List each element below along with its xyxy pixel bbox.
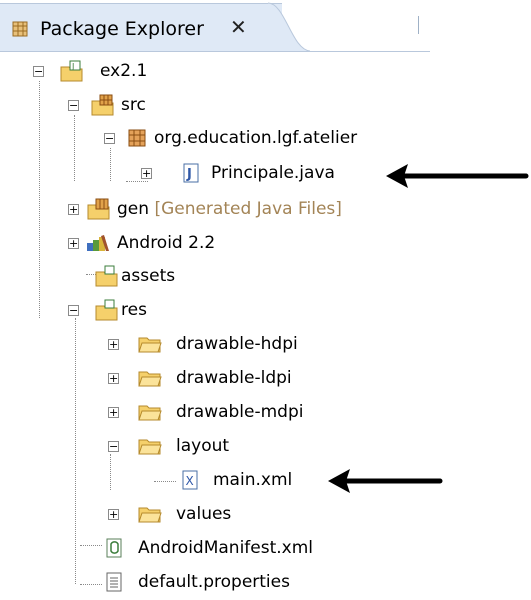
android-project-icon: J [60, 60, 83, 82]
source-folder-icon [87, 198, 110, 220]
collapse-toggle[interactable]: − [104, 133, 115, 144]
folder-icon [95, 265, 118, 287]
view-tab-bar: Package Explorer ✕ [0, 0, 531, 52]
tree-guide [39, 81, 40, 318]
expand-toggle[interactable]: + [141, 168, 152, 179]
tab-curve [267, 2, 310, 52]
folder-icon [138, 439, 162, 455]
svg-text:J: J [71, 62, 74, 71]
package-tree: − J ex2.1 − src − org.education.lgf.atel [33, 60, 358, 592]
folder-icon [138, 337, 162, 353]
expand-toggle[interactable]: + [108, 373, 119, 384]
folder-icon [138, 371, 162, 387]
library-icon [87, 235, 109, 251]
collapse-toggle[interactable]: − [108, 441, 119, 452]
gen-label: gen [117, 199, 150, 219]
collapse-toggle[interactable]: − [68, 305, 79, 316]
tree-guide [126, 181, 148, 182]
package-icon [128, 129, 146, 147]
svg-text:X: X [186, 474, 194, 488]
tree-guide [80, 545, 102, 546]
tree-guide [75, 318, 76, 584]
expand-toggle[interactable]: + [68, 238, 79, 249]
svg-text:J: J [186, 167, 192, 182]
expand-toggle[interactable]: + [108, 339, 119, 350]
tree-guide [74, 115, 75, 181]
expand-toggle[interactable]: + [108, 407, 119, 418]
java-file-icon: J [183, 163, 199, 183]
folder-icon [95, 299, 118, 321]
left-arrow-icon [386, 164, 529, 188]
folder-icon [138, 405, 162, 421]
tree-guide [80, 584, 102, 585]
android-manifest-icon [106, 538, 122, 558]
text-file-icon [106, 572, 122, 592]
tree-guide [154, 481, 176, 482]
expand-toggle[interactable]: + [68, 204, 79, 215]
left-arrow-icon [328, 469, 443, 493]
tree-guide [110, 454, 111, 490]
minimize-tab-handle[interactable] [418, 16, 428, 34]
gen-decoration: [Generated Java Files] [154, 199, 342, 219]
folder-icon [138, 507, 162, 523]
collapse-toggle[interactable]: − [33, 66, 44, 77]
source-folder-icon [91, 94, 114, 116]
collapse-toggle[interactable]: − [68, 100, 79, 111]
tree-guide [110, 148, 111, 181]
expand-toggle[interactable]: + [108, 509, 119, 520]
xml-file-icon: X [182, 470, 198, 490]
